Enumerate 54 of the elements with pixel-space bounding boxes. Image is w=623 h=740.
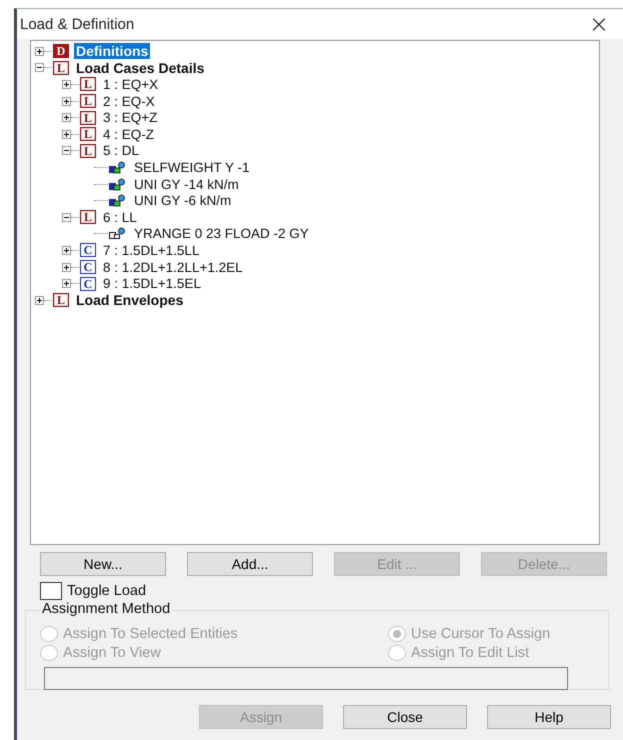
load-case-icon: L xyxy=(80,127,96,142)
checkbox-label: Toggle Load xyxy=(67,583,146,599)
checkbox[interactable] xyxy=(40,582,62,600)
load-case-icon: D xyxy=(53,44,69,58)
expander-icon[interactable] xyxy=(62,279,71,288)
close-button[interactable]: × xyxy=(582,12,615,36)
dialog-button[interactable]: Help xyxy=(487,705,611,729)
expander-icon[interactable] xyxy=(62,262,71,272)
tree-item[interactable]: Definitions xyxy=(74,43,150,60)
tree-item[interactable]: 7 : 1.5DL+1.5LL xyxy=(101,242,202,258)
load-icon xyxy=(108,194,126,208)
tree-item[interactable]: 6 : LL xyxy=(101,210,139,225)
tree-item[interactable]: 5 : DL xyxy=(101,143,142,158)
tree-item[interactable]: YRANGE 0 23 FLOAD -2 GY xyxy=(132,226,311,242)
expander-icon[interactable] xyxy=(62,130,71,139)
expander-icon[interactable] xyxy=(62,212,71,222)
tree-item[interactable]: SELFWEIGHT Y -1 xyxy=(132,160,252,175)
expander-icon[interactable] xyxy=(35,46,44,56)
dialog-button[interactable]: Close xyxy=(343,705,467,729)
tree-item[interactable]: UNI GY -14 kN/m xyxy=(132,176,241,192)
expander-icon[interactable] xyxy=(62,146,71,156)
load-case-icon: C xyxy=(80,260,96,274)
group-title: Assignment Method xyxy=(40,601,172,617)
expander-icon[interactable] xyxy=(62,80,71,89)
load-case-icon: L xyxy=(53,293,69,308)
load-case-icon: L xyxy=(53,60,69,75)
load-icon xyxy=(108,178,126,191)
tree-item[interactable]: 4 : EQ-Z xyxy=(101,126,156,142)
load-case-icon: C xyxy=(80,276,96,291)
expander-icon[interactable] xyxy=(62,96,71,106)
expander-icon[interactable] xyxy=(62,246,71,255)
load-icon xyxy=(108,227,126,240)
load-case-icon: L xyxy=(80,210,96,224)
tree-item[interactable]: 9 : 1.5DL+1.5EL xyxy=(101,276,203,292)
tree-item[interactable]: UNI GY -6 kN/m xyxy=(132,193,234,208)
load-case-icon: L xyxy=(80,110,96,125)
action-button[interactable]: New... xyxy=(40,552,166,576)
tree-item[interactable]: Load Cases Details xyxy=(74,60,206,76)
action-button[interactable]: Add... xyxy=(187,552,313,576)
load-case-icon: C xyxy=(80,243,96,258)
tree-item[interactable]: 2 : EQ-X xyxy=(101,94,157,109)
expander-icon[interactable] xyxy=(35,63,44,72)
expander-icon[interactable] xyxy=(35,296,44,305)
load-case-icon: L xyxy=(80,144,96,158)
tree-item[interactable]: 3 : EQ+Z xyxy=(101,110,160,126)
tree-item[interactable]: 8 : 1.2DL+1.2LL+1.2EL xyxy=(101,260,245,275)
load-case-icon: L xyxy=(80,94,96,108)
input-field[interactable] xyxy=(44,667,568,690)
tree-item[interactable]: 1 : EQ+X xyxy=(101,76,160,92)
tree-item[interactable]: Load Envelopes xyxy=(74,292,186,308)
expander-icon[interactable] xyxy=(62,113,71,122)
load-case-icon: L xyxy=(80,77,96,92)
load-icon xyxy=(108,160,126,174)
window-title: Load & Definition xyxy=(20,16,134,32)
